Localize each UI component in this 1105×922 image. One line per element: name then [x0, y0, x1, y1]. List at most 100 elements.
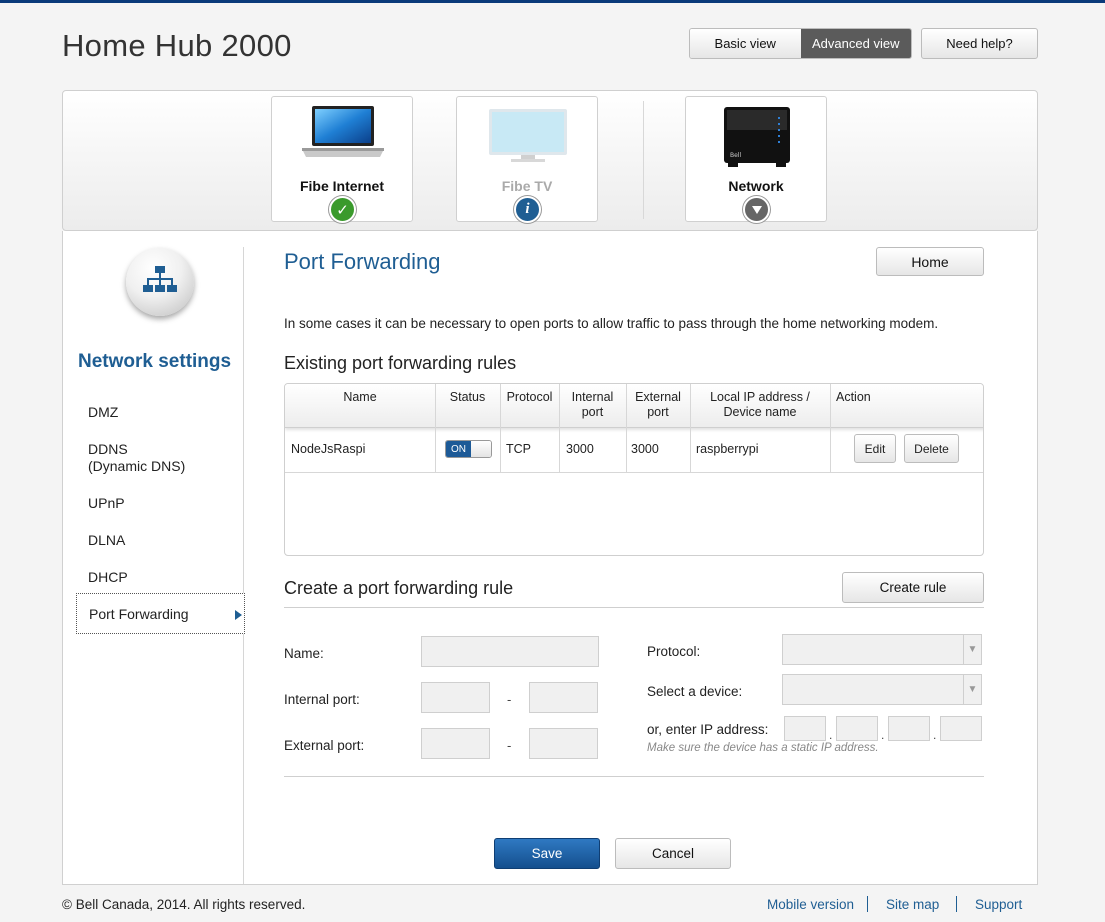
device-label: Fibe Internet: [299, 178, 384, 194]
delete-rule-button[interactable]: Delete: [904, 434, 959, 463]
device-card-network[interactable]: Bell Network: [685, 96, 827, 223]
rules-table: Name Status Protocol Internal port Exter…: [284, 383, 984, 556]
protocol-select[interactable]: ▼: [782, 634, 982, 665]
ip-hint-text: Make sure the device has a static IP add…: [647, 742, 879, 754]
device-select[interactable]: ▼: [782, 674, 982, 705]
column-header-local-ip: Local IP address / Device name: [690, 390, 830, 420]
sidebar-item-label: Port Forwarding: [89, 605, 189, 622]
page-brand-title: Home Hub 2000: [62, 28, 292, 63]
advanced-view-button[interactable]: Advanced view: [800, 29, 911, 58]
header-line: port: [647, 405, 669, 419]
column-divider: [830, 384, 831, 472]
internal-port-label: Internal port:: [284, 692, 360, 707]
rule-external-port: 3000: [631, 442, 659, 456]
rule-name: NodeJsRaspi: [291, 442, 366, 456]
check-icon: ✓: [329, 196, 356, 223]
device-divider: [643, 101, 644, 219]
chevron-right-icon: [235, 610, 242, 620]
column-header-external-port: External port: [626, 390, 690, 420]
header-line: port: [581, 405, 604, 419]
divider: [284, 776, 984, 777]
chevron-down-icon: ▼: [963, 675, 981, 704]
sidebar-item-dhcp[interactable]: DHCP: [88, 569, 128, 586]
header-line: Device name: [723, 405, 797, 419]
rule-protocol: TCP: [506, 442, 531, 456]
create-rule-button[interactable]: Create rule: [842, 572, 984, 603]
internal-port-start-input[interactable]: [421, 682, 490, 713]
need-help-button[interactable]: Need help?: [921, 28, 1038, 59]
sidebar-item-dmz[interactable]: DMZ: [88, 404, 118, 421]
sidebar-item-dlna[interactable]: DLNA: [88, 532, 125, 549]
name-label: Name:: [284, 646, 324, 661]
divider: [284, 607, 984, 608]
svg-text:Bell: Bell: [730, 152, 741, 159]
select-device-label: Select a device:: [647, 684, 743, 699]
footer-link-site-map[interactable]: Site map: [886, 897, 939, 912]
rule-status-toggle[interactable]: ON: [445, 440, 492, 458]
device-card-fibe-tv[interactable]: Fibe TV i: [456, 96, 598, 223]
save-button[interactable]: Save: [494, 838, 600, 869]
chevron-down-icon: [743, 196, 770, 223]
page-title: Port Forwarding: [284, 249, 441, 274]
create-rule-heading: Create a port forwarding rule: [284, 578, 514, 598]
ip-dot: .: [829, 728, 833, 742]
protocol-label: Protocol:: [647, 644, 701, 659]
ip-octet-4-input[interactable]: [940, 716, 982, 741]
info-icon: i: [514, 196, 541, 223]
column-header-status: Status: [449, 390, 486, 404]
network-topology-icon: [143, 266, 177, 292]
range-dash: -: [507, 692, 512, 707]
rule-internal-port: 3000: [566, 442, 594, 456]
ip-dot: .: [881, 728, 885, 742]
range-dash: -: [507, 738, 512, 753]
tv-icon: [489, 109, 567, 162]
existing-rules-heading: Existing port forwarding rules: [284, 353, 517, 373]
ip-octet-3-input[interactable]: [888, 716, 930, 741]
sidebar-item-sublabel: (Dynamic DNS): [88, 458, 186, 474]
top-accent-bar: [0, 0, 1105, 3]
sidebar-item-port-forwarding[interactable]: Port Forwarding: [76, 593, 245, 634]
chevron-down-icon: ▼: [963, 635, 981, 664]
column-header-action: Action: [836, 390, 871, 404]
ip-octet-2-input[interactable]: [836, 716, 878, 741]
sidebar-item-upnp[interactable]: UPnP: [88, 495, 125, 512]
row-divider: [285, 472, 983, 473]
internal-port-end-input[interactable]: [529, 682, 598, 713]
device-card-fibe-internet[interactable]: Fibe Internet ✓: [271, 96, 413, 223]
sidebar-item-label: DDNS: [88, 441, 128, 457]
column-header-name: Name: [343, 390, 377, 404]
ip-octet-1-input[interactable]: [784, 716, 826, 741]
toggle-on-label: ON: [446, 441, 471, 457]
column-header-protocol: Protocol: [506, 390, 553, 404]
view-toggle: Basic view Advanced view: [689, 28, 912, 59]
footer-separator: [956, 896, 957, 912]
external-port-end-input[interactable]: [529, 728, 598, 759]
footer-copyright: © Bell Canada, 2014. All rights reserved…: [62, 897, 306, 912]
laptop-icon: [302, 106, 384, 157]
footer-separator: [867, 896, 868, 912]
header-line: Local IP address /: [710, 390, 810, 404]
footer-link-support[interactable]: Support: [975, 897, 1022, 912]
external-port-start-input[interactable]: [421, 728, 490, 759]
ip-dot: .: [933, 728, 937, 742]
device-label: Fibe TV: [501, 178, 553, 194]
edit-rule-button[interactable]: Edit: [854, 434, 896, 463]
rule-device: raspberrypi: [696, 442, 759, 456]
router-icon: Bell: [724, 107, 790, 167]
header-line: Internal: [571, 390, 614, 404]
sidebar-title: Network settings: [78, 351, 232, 372]
cancel-button[interactable]: Cancel: [615, 838, 731, 869]
toggle-knob: [471, 441, 491, 457]
footer-link-mobile-version[interactable]: Mobile version: [767, 897, 854, 912]
network-settings-logo: [126, 248, 194, 316]
home-button[interactable]: Home: [876, 247, 984, 276]
device-label: Network: [728, 178, 784, 194]
external-port-label: External port:: [284, 738, 365, 753]
basic-view-button[interactable]: Basic view: [690, 29, 801, 58]
sidebar-item-ddns[interactable]: DDNS (Dynamic DNS): [88, 441, 185, 475]
intro-text: In some cases it can be necessary to ope…: [284, 316, 939, 331]
column-header-internal-port: Internal port: [559, 390, 626, 420]
header-line: External: [635, 390, 681, 404]
device-bar: Fibe Internet ✓ Fibe TV i Bell Network: [62, 90, 1038, 231]
name-input[interactable]: [421, 636, 599, 667]
